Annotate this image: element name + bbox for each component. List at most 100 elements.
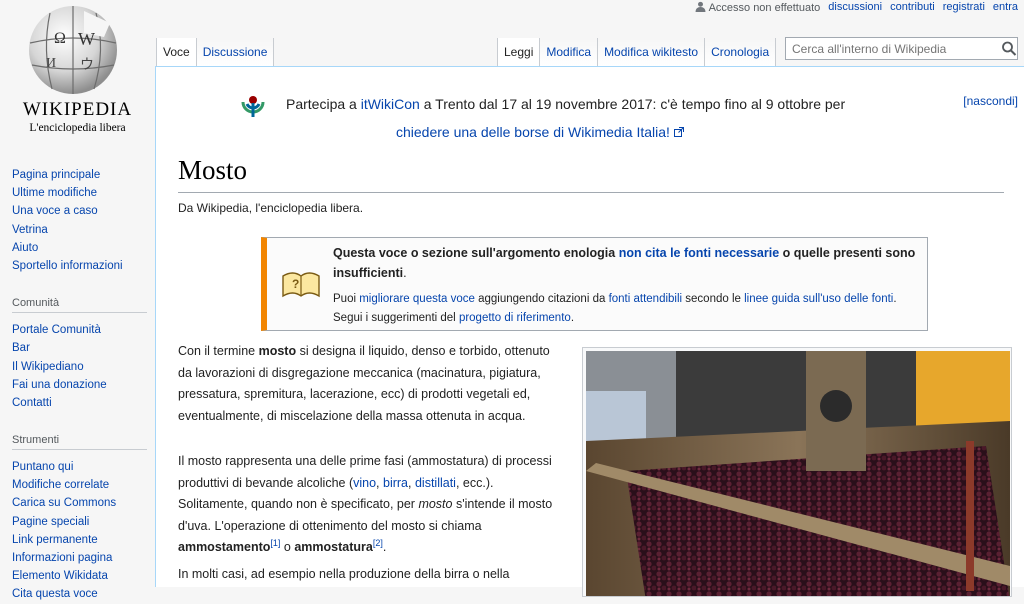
text: o xyxy=(280,540,295,554)
notice-grants-link[interactable]: chiedere una delle borse di Wikimedia It… xyxy=(396,124,670,140)
svg-text:?: ? xyxy=(292,277,299,291)
text: Con il termine xyxy=(178,344,259,358)
vino-link[interactable]: vino xyxy=(353,476,376,490)
bold-term: ammostamento xyxy=(178,540,271,554)
sidebar-link[interactable]: Contatti xyxy=(12,397,52,409)
paragraph-3: In molti casi, ad esempio nella produzio… xyxy=(178,567,510,581)
improve-link[interactable]: migliorare questa voce xyxy=(359,293,475,305)
sidebar-item-featured[interactable]: Vetrina xyxy=(12,221,152,239)
sidebar-item-whatlinkshere[interactable]: Puntano qui xyxy=(12,458,152,476)
grape-must-photo xyxy=(586,351,1010,596)
sidebar-item-portal[interactable]: Portale Comunità xyxy=(12,321,152,339)
contributions-link[interactable]: contributi xyxy=(890,1,935,13)
sidebar-item-wikidata[interactable]: Elemento Wikidata xyxy=(12,567,152,585)
puzzle-globe-icon: Ω W И ウ xyxy=(29,6,117,94)
sidebar-link[interactable]: Fai una donazione xyxy=(12,379,107,391)
notice-itwikicon-link[interactable]: itWikiCon xyxy=(361,96,420,112)
paragraph-2: Il mosto rappresenta una delle prime fas… xyxy=(178,454,553,554)
search-input[interactable] xyxy=(785,37,1018,60)
warning-text: secondo le xyxy=(682,293,745,305)
sidebar: Pagina principale Ultime modifiche Una v… xyxy=(12,166,152,604)
sidebar-link[interactable]: Puntano qui xyxy=(12,461,73,473)
notice-text: Partecipa a xyxy=(286,96,361,112)
sidebar-item-special-pages[interactable]: Pagine speciali xyxy=(12,513,152,531)
sidebar-link[interactable]: Vetrina xyxy=(12,224,48,236)
svg-text:И: И xyxy=(46,56,56,71)
tab-history[interactable]: Cronologia xyxy=(705,38,777,66)
sidebar-link[interactable]: Una voce a caso xyxy=(12,205,98,217)
sidebar-item-page-info[interactable]: Informazioni pagina xyxy=(12,549,152,567)
bold-term: ammostatura xyxy=(294,540,373,554)
wikimedia-icon xyxy=(241,96,265,117)
sidebar-item-helpdesk[interactable]: Sportello informazioni xyxy=(12,257,152,275)
search-icon[interactable] xyxy=(1001,40,1017,57)
sidebar-item-related-changes[interactable]: Modifiche correlate xyxy=(12,476,152,494)
warning-text: . xyxy=(403,266,407,280)
sidebar-item-recent-changes[interactable]: Ultime modifiche xyxy=(12,184,152,202)
article-image[interactable] xyxy=(582,347,1012,597)
talk-link[interactable]: discussioni xyxy=(828,1,882,13)
wikipedia-logo[interactable]: Ω W И ウ WIKIPEDIA L'enciclopedia libera xyxy=(0,0,155,150)
site-notice: Partecipa a itWikiCon a Trento dal 17 al… xyxy=(240,91,860,143)
sidebar-link[interactable]: Il Wikipediano xyxy=(12,361,84,373)
sidebar-link[interactable]: Bar xyxy=(12,342,30,354)
tab-edit[interactable]: Modifica xyxy=(540,38,599,66)
reliable-sources-link[interactable]: fonti attendibili xyxy=(609,293,683,305)
ref-2-link[interactable]: [2] xyxy=(373,538,383,548)
sidebar-item-bar[interactable]: Bar xyxy=(12,339,152,357)
birra-link[interactable]: birra xyxy=(383,476,408,490)
sidebar-community: Portale Comunità Bar Il Wikipediano Fai … xyxy=(12,321,152,412)
guidelines-link[interactable]: linee guida sull'uso delle fonti xyxy=(744,293,893,305)
bold-term: mosto xyxy=(258,344,297,358)
sidebar-link[interactable]: Carica su Commons xyxy=(12,497,116,509)
warning-title: Questa voce o sezione sull'argomento eno… xyxy=(333,243,923,283)
sidebar-link[interactable]: Pagina principale xyxy=(12,169,100,181)
sidebar-item-help[interactable]: Aiuto xyxy=(12,239,152,257)
sidebar-item-wikipediano[interactable]: Il Wikipediano xyxy=(12,358,152,376)
sidebar-link[interactable]: Ultime modifiche xyxy=(12,187,97,199)
sidebar-link[interactable]: Elemento Wikidata xyxy=(12,570,108,582)
no-sources-link[interactable]: non cita le fonti necessarie xyxy=(619,246,779,260)
sidebar-item-donate[interactable]: Fai una donazione xyxy=(12,376,152,394)
project-link[interactable]: progetto di riferimento xyxy=(459,312,571,324)
notice-text: a Trento dal 17 al 19 novembre 2017: c'è… xyxy=(419,96,846,112)
sidebar-link[interactable]: Informazioni pagina xyxy=(12,552,112,564)
warning-body: Puoi migliorare questa voce aggiungendo … xyxy=(333,290,923,328)
sidebar-link[interactable]: Portale Comunità xyxy=(12,324,101,336)
dismiss-notice-link[interactable]: [nascondi] xyxy=(963,94,1018,108)
warning-box: ? Questa voce o sezione sull'argomento e… xyxy=(261,237,928,331)
distillati-link[interactable]: distillati xyxy=(415,476,456,490)
login-link[interactable]: entra xyxy=(993,1,1018,13)
tab-read[interactable]: Leggi xyxy=(497,38,541,66)
sidebar-link[interactable]: Pagine speciali xyxy=(12,516,89,528)
book-question-icon: ? xyxy=(282,272,320,298)
sidebar-link[interactable]: Link permanente xyxy=(12,534,98,546)
sidebar-item-permalink[interactable]: Link permanente xyxy=(12,531,152,549)
namespace-tabs: Voce Discussione xyxy=(156,0,275,66)
tab-talk[interactable]: Discussione xyxy=(196,38,275,66)
svg-text:ウ: ウ xyxy=(80,57,94,73)
text: . xyxy=(382,540,387,554)
sidebar-link[interactable]: Cita questa voce xyxy=(12,588,98,600)
register-link[interactable]: registrati xyxy=(943,1,985,13)
tab-article[interactable]: Voce xyxy=(156,38,197,66)
site-subtitle: Da Wikipedia, l'enciclopedia libera. xyxy=(178,201,364,215)
notice-line2: chiedere una delle borse di Wikimedia It… xyxy=(396,124,684,140)
sidebar-item-main-page[interactable]: Pagina principale xyxy=(12,166,152,184)
svg-text:Ω: Ω xyxy=(54,30,66,47)
sidebar-link[interactable]: Modifiche correlate xyxy=(12,479,109,491)
sidebar-link[interactable]: Aiuto xyxy=(12,242,38,254)
logo-wordmark: WIKIPEDIA xyxy=(22,99,133,120)
sidebar-item-upload[interactable]: Carica su Commons xyxy=(12,494,152,512)
sidebar-link[interactable]: Sportello informazioni xyxy=(12,260,123,272)
sidebar-item-cite[interactable]: Cita questa voce xyxy=(12,585,152,603)
warning-text: Questa voce o sezione sull'argomento eno… xyxy=(333,246,619,260)
sidebar-item-random[interactable]: Una voce a caso xyxy=(12,202,152,220)
sidebar-item-contacts[interactable]: Contatti xyxy=(12,394,152,412)
ref-1-link[interactable]: [1] xyxy=(270,538,280,548)
view-tabs: Leggi Modifica Modifica wikitesto Cronol… xyxy=(497,0,777,66)
community-heading: Comunità xyxy=(12,297,147,314)
tab-edit-source[interactable]: Modifica wikitesto xyxy=(598,38,706,66)
warning-text: . xyxy=(570,312,575,324)
logo-tagline: L'enciclopedia libera xyxy=(29,122,126,134)
